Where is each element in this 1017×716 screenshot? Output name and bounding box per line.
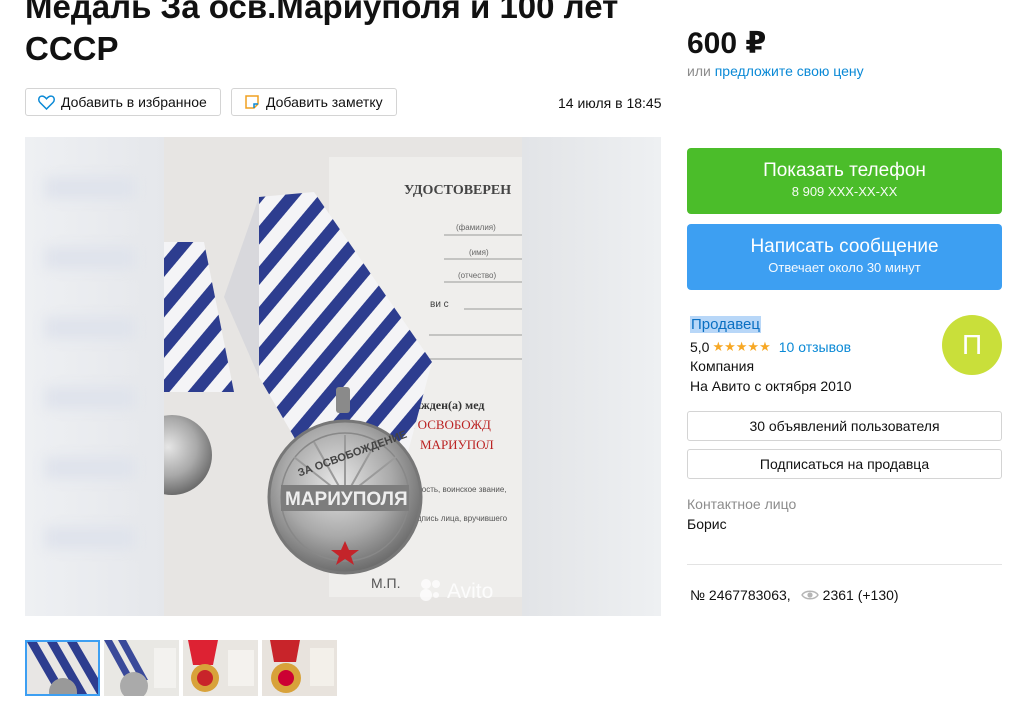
write-message-button[interactable]: Написать сообщение Отвечает около 30 мин… (687, 224, 1002, 290)
seller-since: На Авито с октября 2010 (690, 378, 852, 394)
medal-city-text: МАРИУПОЛЯ (285, 489, 408, 510)
photo-blur-right (522, 137, 661, 616)
eye-icon (800, 590, 819, 600)
doc-foot-2: дпись лица, вручившего (417, 514, 508, 523)
views-count: 2361 (+130) (822, 587, 899, 603)
listing-title: Медаль За осв.Мариуполя и 100 лет СССР (25, 0, 619, 67)
rating-stars-icon: ★★★★★ (712, 339, 771, 354)
photo-thumbnail-1[interactable] (25, 640, 100, 696)
price: 600 ₽ (687, 27, 767, 60)
rating-value: 5,0 (690, 339, 710, 355)
write-message-label: Написать сообщение (750, 236, 939, 257)
doc-award-city: МАРИУПОЛ (420, 437, 494, 452)
photo-thumbnail-4[interactable] (262, 640, 337, 696)
price-or-text: или (687, 63, 711, 79)
add-to-favorites-button[interactable]: Добавить в избранное (25, 88, 221, 116)
avito-watermark: Avito (447, 580, 493, 603)
listing-number: № 2467783063, (690, 587, 791, 603)
seller-rating: 5,0 ★★★★★ 10 отзывов (690, 339, 851, 355)
note-label: Добавить заметку (266, 94, 383, 110)
photo-thumbnail-3[interactable] (183, 640, 258, 696)
response-time: Отвечает около 30 минут (768, 260, 921, 275)
subscribe-seller-button[interactable]: Подписаться на продавца (687, 449, 1002, 479)
doc-field-1: (фамилия) (456, 223, 496, 232)
user-ads-button[interactable]: 30 объявлений пользователя (687, 411, 1002, 441)
heart-icon (38, 94, 55, 110)
seller-avatar[interactable]: П (942, 315, 1002, 375)
doc-foot-1: жность, воинское звание, (412, 485, 507, 494)
seller-link[interactable]: Продавец (690, 316, 761, 333)
divider (687, 564, 1002, 565)
price-offer: или предложите свою цену (687, 63, 864, 79)
doc-field-vi: ви с (430, 299, 449, 310)
main-photo[interactable]: УДОСТОВЕРЕН (фамилия) (имя) (отчество) в… (25, 137, 661, 616)
photo-thumbnail-2[interactable] (104, 640, 179, 696)
stamp-mp: М.П. (371, 575, 401, 591)
doc-field-3: (отчество) (458, 271, 496, 280)
add-note-button[interactable]: Добавить заметку (231, 88, 397, 116)
publish-date: 14 июля в 18:45 (558, 95, 662, 111)
doc-title: УДОСТОВЕРЕН (404, 183, 511, 198)
show-phone-button[interactable]: Показать телефон 8 909 XXX-XX-XX (687, 148, 1002, 214)
photo-blur-left (25, 137, 164, 616)
show-phone-label: Показать телефон (763, 160, 926, 181)
offer-price-link[interactable]: предложите свою цену (715, 63, 864, 79)
favorites-label: Добавить в избранное (61, 94, 207, 110)
doc-field-2: (имя) (469, 248, 489, 257)
seller-type: Компания (690, 358, 755, 374)
reviews-link[interactable]: 10 отзывов (779, 339, 851, 355)
contact-person-label: Контактное лицо (687, 496, 797, 512)
contact-person-name: Борис (687, 516, 727, 532)
note-icon (245, 95, 259, 109)
medal-illustration: УДОСТОВЕРЕН (фамилия) (имя) (отчество) в… (132, 137, 522, 616)
listing-meta: № 2467783063, 2361 (+130) (690, 587, 899, 603)
phone-masked: 8 909 XXX-XX-XX (791, 184, 898, 199)
medal-photo: УДОСТОВЕРЕН (фамилия) (имя) (отчество) в… (132, 137, 522, 616)
